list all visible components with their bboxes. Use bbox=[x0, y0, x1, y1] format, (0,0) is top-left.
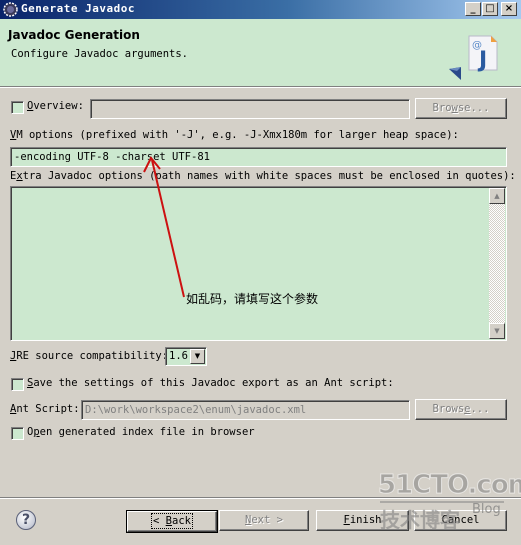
ant-browse-button[interactable]: Browse... bbox=[415, 399, 507, 420]
jre-compat-select[interactable]: 1.6 ▼ bbox=[165, 347, 207, 366]
extra-options-textarea[interactable]: ▲ ▼ bbox=[10, 186, 507, 341]
vm-label-rest: M options (prefixed with '-J', e.g. -J-X… bbox=[16, 129, 459, 141]
ant-script-input[interactable]: D:\work\workspace2\enum\javadoc.xml bbox=[81, 400, 410, 420]
vertical-scrollbar[interactable]: ▲ ▼ bbox=[489, 188, 505, 339]
open-index-label: Open generated index file in browser bbox=[27, 426, 255, 438]
save-ant-label-rest: ave the settings of this Javadoc export … bbox=[33, 377, 394, 389]
overview-label-rest: verview: bbox=[33, 100, 84, 112]
scroll-down-icon: ▼ bbox=[494, 327, 500, 335]
open-index-label-rest: en generated index file in browser bbox=[39, 426, 255, 438]
chevron-down-icon[interactable]: ▼ bbox=[190, 349, 205, 364]
back-prefix: < bbox=[153, 515, 166, 527]
overview-browse-button[interactable]: Browse... bbox=[415, 98, 507, 119]
next-rest: ext > bbox=[251, 514, 283, 526]
ant-label-rest: nt Script: bbox=[16, 403, 80, 415]
overview-input[interactable] bbox=[90, 99, 410, 119]
eclipse-app-icon bbox=[3, 2, 18, 17]
jre-label-rest: RE source compatibility: bbox=[16, 350, 169, 362]
maximize-icon: □ bbox=[485, 3, 495, 14]
finish-rest: inish bbox=[349, 514, 382, 526]
javadoc-wizard-icon: @ J bbox=[468, 35, 498, 72]
back-button[interactable]: < Back bbox=[126, 510, 218, 533]
save-ant-label: Save the settings of this Javadoc export… bbox=[27, 377, 394, 389]
vm-options-input[interactable]: -encoding UTF-8 -charset UTF-81 bbox=[10, 147, 507, 167]
scroll-up-button[interactable]: ▲ bbox=[489, 188, 505, 204]
back-button-label: < Back bbox=[151, 513, 193, 529]
minimize-button[interactable]: _ bbox=[465, 2, 481, 16]
cancel-button[interactable]: Cancel bbox=[414, 510, 507, 531]
help-button[interactable]: ? bbox=[16, 510, 36, 530]
scroll-down-button[interactable]: ▼ bbox=[489, 323, 505, 339]
vm-options-label: VM options (prefixed with '-J', e.g. -J-… bbox=[10, 129, 459, 141]
close-icon: × bbox=[504, 3, 514, 14]
extra-options-label: Extra Javadoc options (path names with w… bbox=[10, 170, 516, 182]
footer-separator bbox=[0, 497, 521, 499]
finish-button[interactable]: Finish bbox=[316, 510, 409, 531]
minimize-icon: _ bbox=[470, 3, 476, 14]
help-icon: ? bbox=[21, 512, 31, 528]
banner-triangle-icon bbox=[449, 67, 461, 80]
overview-label: Overview: bbox=[27, 100, 84, 112]
page-title: Javadoc Generation bbox=[8, 28, 140, 42]
back-rest: ack bbox=[172, 515, 191, 527]
overview-checkbox[interactable] bbox=[11, 101, 24, 114]
extra-label-rest: tra Javadoc options (path names with whi… bbox=[22, 170, 516, 182]
save-ant-checkbox[interactable] bbox=[11, 378, 24, 391]
close-button[interactable]: × bbox=[501, 2, 517, 16]
watermark-line bbox=[380, 501, 504, 503]
ant-script-label: Ant Script: bbox=[10, 403, 80, 415]
open-index-checkbox[interactable] bbox=[11, 427, 24, 440]
ant-browse-text-post: ... bbox=[470, 403, 490, 415]
browse-text: Bro bbox=[432, 102, 452, 114]
maximize-button[interactable]: □ bbox=[482, 2, 498, 16]
ant-browse-text: Brows bbox=[432, 403, 465, 415]
jre-selected-value: 1.6 bbox=[169, 350, 188, 362]
browse-text-post: se... bbox=[457, 102, 490, 114]
jre-label: JRE source compatibility: bbox=[10, 350, 168, 362]
svg-text:J: J bbox=[477, 48, 487, 72]
watermark-main: 51CTO.com bbox=[378, 470, 521, 501]
next-button[interactable]: Next > bbox=[219, 510, 309, 531]
title-bar[interactable]: Generate Javadoc _ □ × bbox=[0, 0, 521, 19]
scroll-up-icon: ▲ bbox=[494, 192, 500, 200]
page-description: Configure Javadoc arguments. bbox=[11, 48, 189, 60]
annotation-text: 如乱码，请填写这个参数 bbox=[186, 292, 319, 306]
wizard-banner: Javadoc Generation Configure Javadoc arg… bbox=[0, 19, 521, 88]
watermark: 51CTO.com 技术博客 Blog bbox=[378, 470, 521, 533]
window-title: Generate Javadoc bbox=[21, 2, 135, 15]
